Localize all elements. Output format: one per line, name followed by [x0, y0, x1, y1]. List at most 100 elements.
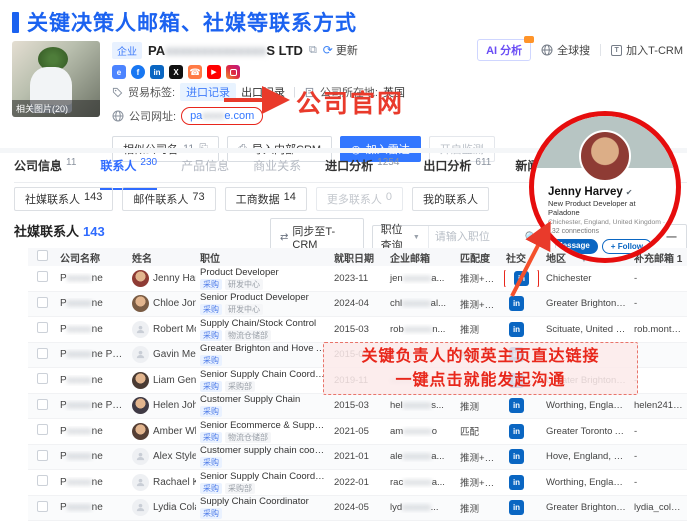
job-cell: Customer Supply Chain采购: [196, 394, 330, 417]
tab-label: 联系人: [100, 157, 136, 174]
ai-analysis-button[interactable]: AI 分析: [477, 39, 531, 61]
table-row[interactable]: PxxxxxneLydia ColasurdoSupply Chain Coor…: [28, 496, 687, 522]
tab-出口分析[interactable]: 出口分析611: [423, 157, 491, 182]
job-tag: 采购: [200, 381, 222, 392]
table-row[interactable]: Pxxxxxne Produc...Helen JohnstoneCustome…: [28, 394, 687, 420]
tab-公司信息[interactable]: 公司信息11: [14, 157, 76, 182]
job-cell: Greater Brighton and Hove Area采购: [196, 343, 330, 366]
avatar: [132, 397, 149, 414]
company-cell: Pxxxxxne: [56, 298, 128, 309]
message-button[interactable]: Message: [548, 239, 598, 254]
new-tag: [524, 36, 534, 43]
follow-button[interactable]: + Follow: [602, 239, 652, 254]
related-images-caption: 相关图片(20): [12, 100, 100, 117]
avatar: [132, 295, 149, 312]
facebook-icon[interactable]: f: [131, 65, 145, 79]
email-redacted: xxxxxx: [403, 400, 432, 411]
chip-我的联系人[interactable]: 我的联系人: [412, 187, 489, 211]
youtube-icon[interactable]: ▶: [207, 65, 221, 79]
region-cell: Hove, England, Uni...: [542, 451, 630, 462]
table-row[interactable]: PxxxxxneChloe JonesSenior Product Develo…: [28, 292, 687, 318]
company-cell: Pxxxxxne Produc...: [56, 349, 128, 360]
x-icon[interactable]: X: [169, 65, 183, 79]
phone-icon[interactable]: ☎: [188, 65, 202, 79]
job-tag: 采购: [200, 279, 222, 290]
web-icon[interactable]: e: [112, 65, 126, 79]
row-checkbox[interactable]: [37, 475, 48, 486]
row-checkbox[interactable]: [37, 399, 48, 410]
tab-label: 产品信息: [181, 157, 229, 174]
chip-社媒联系人[interactable]: 社媒联系人143: [14, 187, 113, 211]
row-checkbox[interactable]: [37, 501, 48, 512]
copy-icon[interactable]: ⧉: [309, 44, 317, 57]
table-row[interactable]: Pxxxxxne Alex Styles Customer supply chain…: [28, 445, 687, 471]
tab-联系人[interactable]: 联系人 230: [100, 157, 157, 182]
linkedin-icon[interactable]: in: [150, 65, 164, 79]
linkedin-icon[interactable]: in: [509, 398, 524, 413]
linkedin-icon[interactable]: in: [509, 500, 524, 515]
profile-name: Jenny Harvey✔: [548, 186, 668, 198]
table-row[interactable]: PxxxxxneJenny HarveyProduct Developer采购研…: [28, 266, 687, 292]
job-query-dropdown[interactable]: 职位查询▼: [373, 226, 429, 249]
row-checkbox[interactable]: [37, 271, 48, 282]
company-cell: Pxxxxxne: [56, 375, 128, 386]
region-cell: Greater Brighton a...: [542, 298, 630, 309]
table-row[interactable]: PxxxxxneRobert Monta...Supply Chain/Stoc…: [28, 317, 687, 343]
social-wrap: in: [506, 498, 527, 517]
chip-邮件联系人[interactable]: 邮件联系人73: [122, 187, 215, 211]
region-cell: Scituate, United St...: [542, 324, 630, 335]
company-photo[interactable]: 相关图片(20): [12, 41, 100, 117]
linkedin-icon[interactable]: in: [509, 449, 524, 464]
row-checkbox[interactable]: [37, 297, 48, 308]
chip-工商数据[interactable]: 工商数据14: [225, 187, 307, 211]
row-checkbox[interactable]: [37, 450, 48, 461]
refresh-button[interactable]: ⟳更新: [323, 42, 358, 58]
tab-count: 230: [140, 157, 157, 168]
row-checkbox[interactable]: [37, 348, 48, 359]
trade-tag-icon: [112, 87, 123, 98]
row-checkbox[interactable]: [37, 424, 48, 435]
chip-count: 73: [192, 191, 204, 207]
start-date-cell: 2015-03: [330, 400, 386, 411]
linkedin-icon[interactable]: in: [509, 296, 524, 311]
contact-name: Alex Styles: [153, 451, 196, 462]
tab-产品信息[interactable]: 产品信息: [181, 157, 229, 182]
email-redacted: xxxxxx: [403, 426, 432, 437]
join-tcrm-button[interactable]: T 加入T-CRM: [611, 42, 683, 58]
row-checkbox[interactable]: [37, 373, 48, 384]
export-records-link[interactable]: 出口记录: [241, 84, 285, 100]
match-cell: 推测+验证: [456, 271, 502, 285]
website-link[interactable]: paxxxxe.com: [181, 107, 263, 125]
company-redacted: xxxxx: [67, 502, 92, 513]
linkedin-icon[interactable]: in: [509, 475, 524, 490]
job-input[interactable]: [429, 231, 525, 243]
table-row[interactable]: PxxxxxneRachael KellySenior Supply Chain…: [28, 470, 687, 496]
linkedin-icon[interactable]: in: [514, 271, 529, 286]
job-title: Customer supply chain coordinator: [200, 445, 326, 456]
email-redacted: xxxxxx: [404, 324, 433, 335]
row-checkbox[interactable]: [37, 322, 48, 333]
select-all-checkbox[interactable]: [37, 250, 48, 261]
email-cell: chlxxxxxxal...: [386, 298, 456, 309]
import-records-badge[interactable]: 进口记录: [180, 83, 236, 101]
chip-label: 邮件联系人: [133, 191, 188, 207]
contact-name: Helen Johnstone: [153, 400, 196, 411]
company-cell: Pxxxxxne: [56, 451, 128, 462]
contact-name-cell: Lydia Colasurdo: [128, 499, 196, 516]
col-social: 社交: [502, 250, 542, 265]
annotation-line2: 一键点击就能发起沟通: [395, 369, 565, 392]
chip-更多联系人[interactable]: 更多联系人0: [316, 187, 403, 211]
instagram-icon[interactable]: [226, 65, 240, 79]
tab-进口分析[interactable]: 进口分析1254: [325, 157, 399, 182]
table-row[interactable]: PxxxxxneAmber WhittySenior Ecommerce & S…: [28, 419, 687, 445]
search-icon[interactable]: 🔍: [525, 231, 546, 244]
linkedin-icon[interactable]: in: [509, 322, 524, 337]
job-tag: 采购: [200, 432, 222, 443]
tab-商业关系[interactable]: 商业关系: [253, 157, 301, 182]
social-wrap: in: [506, 473, 527, 492]
linkedin-icon[interactable]: in: [509, 424, 524, 439]
extra-email-cell: -: [630, 273, 687, 284]
job-tag: 采购: [200, 508, 222, 519]
contact-name: Lydia Colasurdo: [153, 502, 196, 513]
global-search-button[interactable]: 全球搜: [541, 42, 590, 58]
